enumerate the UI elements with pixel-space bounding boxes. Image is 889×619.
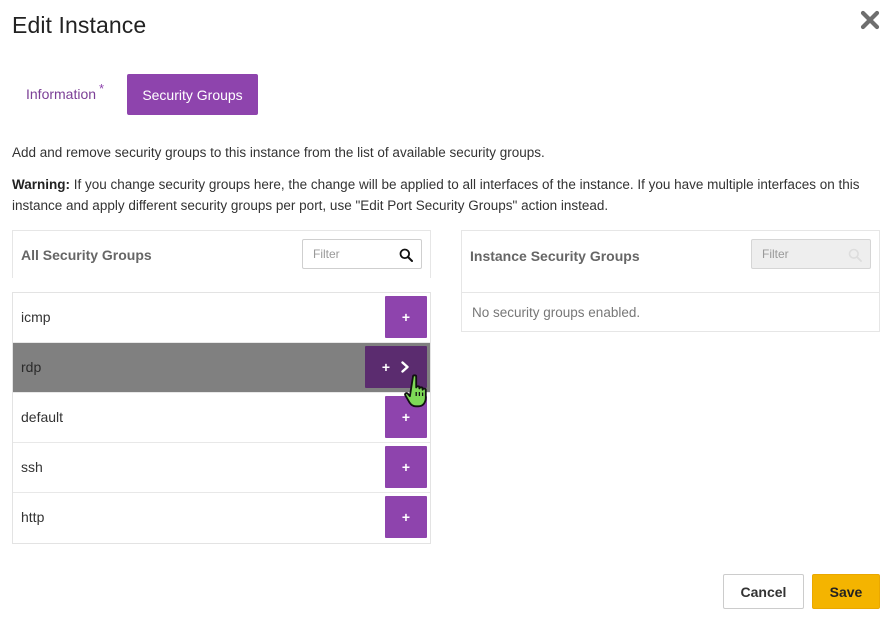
plus-icon: +	[401, 509, 411, 525]
available-filter-input[interactable]	[303, 240, 401, 268]
list-item: http +	[13, 493, 430, 543]
available-filter[interactable]	[302, 239, 422, 269]
instance-filter-input[interactable]	[752, 240, 850, 268]
search-icon	[848, 248, 862, 262]
save-button[interactable]: Save	[812, 574, 880, 609]
instance-groups-list: No security groups enabled.	[461, 292, 880, 332]
warning-body: If you change security groups here, the …	[12, 177, 860, 213]
list-item: default +	[13, 393, 430, 443]
available-groups-title: All Security Groups	[21, 247, 152, 263]
empty-state-text: No security groups enabled.	[472, 305, 641, 320]
add-group-button[interactable]: +	[385, 296, 427, 338]
list-item: ssh +	[13, 443, 430, 493]
description-text: Add and remove security groups to this i…	[12, 145, 545, 160]
warning-label: Warning:	[12, 177, 70, 192]
group-name: icmp	[21, 309, 51, 325]
cancel-button[interactable]: Cancel	[723, 574, 804, 609]
search-icon	[399, 248, 413, 262]
group-name: default	[21, 409, 64, 425]
plus-icon: +	[401, 309, 411, 325]
available-groups-list: icmp + rdp + default + ssh + http +	[12, 292, 431, 544]
add-group-button[interactable]: +	[385, 496, 427, 538]
instance-groups-header: Instance Security Groups	[461, 230, 880, 292]
warning-text: Warning: If you change security groups h…	[12, 175, 880, 216]
chevron-right-icon	[401, 361, 409, 373]
add-group-button[interactable]: +	[365, 346, 427, 388]
list-item: rdp +	[13, 343, 430, 393]
group-name: rdp	[21, 359, 42, 375]
add-group-button[interactable]: +	[385, 446, 427, 488]
tab-security-groups[interactable]: Security Groups	[127, 74, 258, 115]
required-marker: *	[99, 80, 105, 96]
plus-icon: +	[401, 459, 411, 475]
group-name: http	[21, 509, 45, 525]
group-name: ssh	[21, 459, 43, 475]
dialog-title: Edit Instance	[12, 12, 147, 38]
instance-groups-title: Instance Security Groups	[470, 248, 640, 264]
close-button[interactable]	[857, 7, 883, 33]
close-x-icon	[860, 10, 880, 30]
available-groups-header: All Security Groups	[12, 230, 431, 278]
list-item: icmp +	[13, 293, 430, 343]
plus-icon: +	[381, 359, 391, 375]
tab-information-label: Information	[26, 86, 97, 102]
tab-security-groups-label: Security Groups	[142, 86, 243, 103]
instance-filter[interactable]	[751, 239, 871, 269]
tab-information[interactable]: Information *	[12, 74, 116, 114]
add-group-button[interactable]: +	[385, 396, 427, 438]
plus-icon: +	[401, 409, 411, 425]
